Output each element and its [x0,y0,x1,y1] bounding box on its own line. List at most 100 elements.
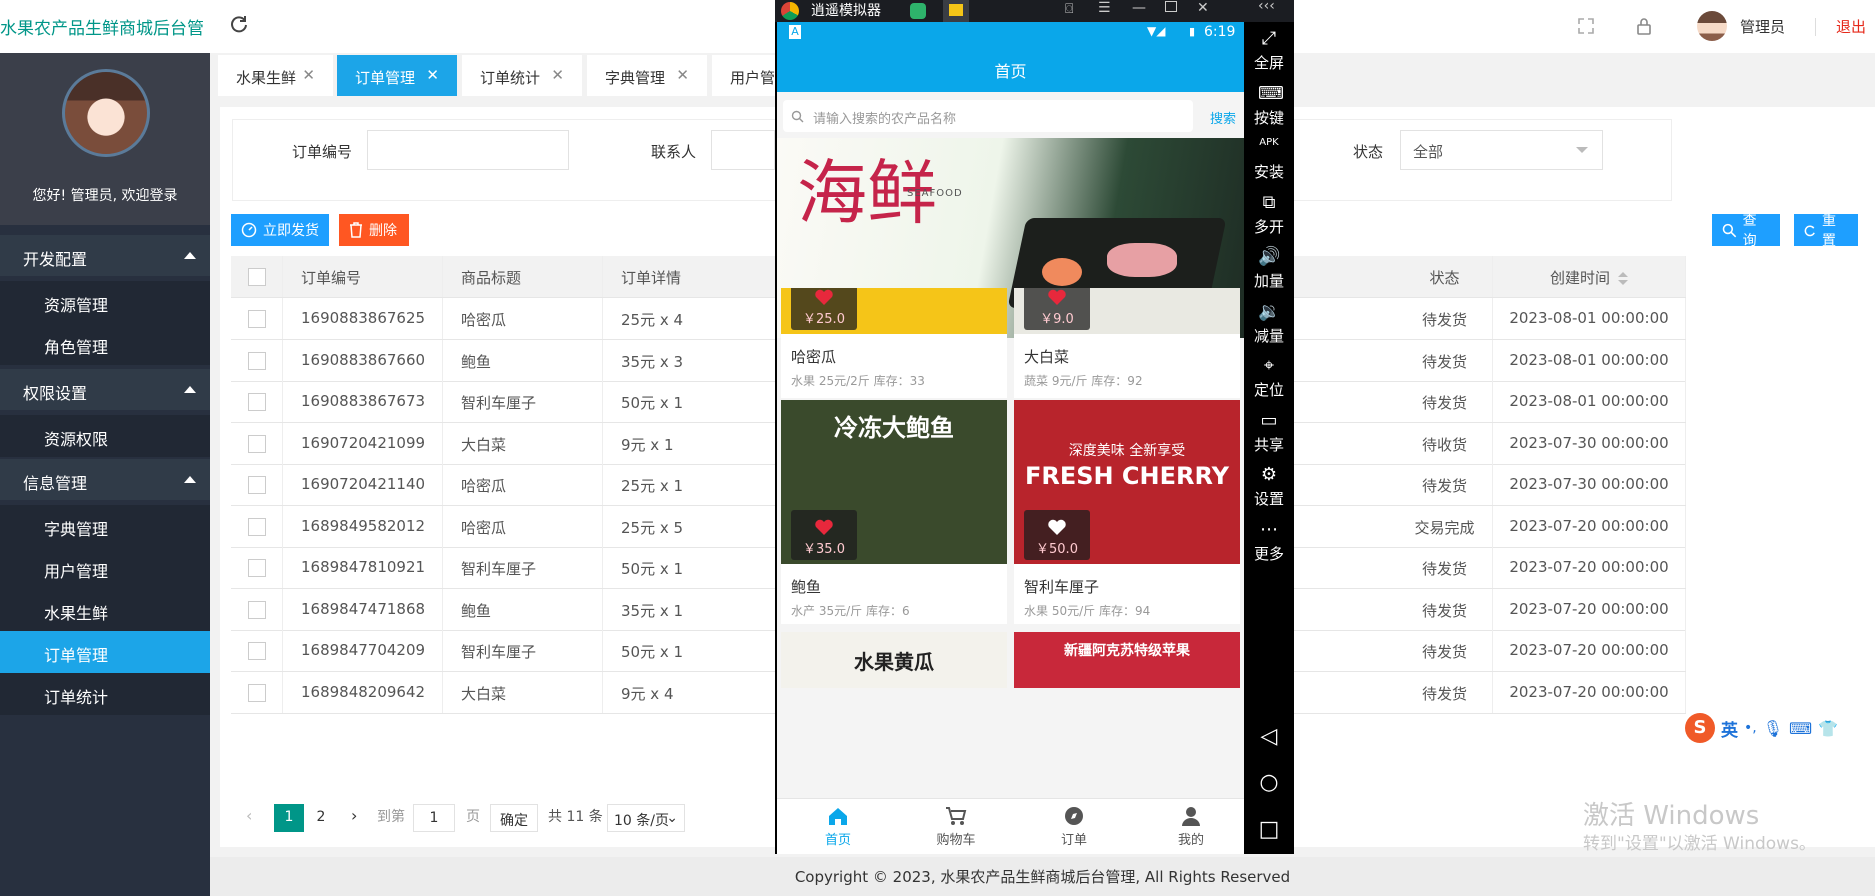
page-2-button[interactable]: 2 [306,804,336,832]
close-icon[interactable]: ✕ [426,66,439,84]
row-checkbox[interactable] [248,393,266,411]
price-badge[interactable]: ￥35.0 [791,510,857,560]
product-card[interactable]: ￥25.0 哈密瓜 水果 25元/2斤 库存：33 [781,288,1007,398]
refresh-icon[interactable] [229,14,249,34]
screenshot-icon[interactable]: ⌼ [1065,1,1073,17]
row-checkbox[interactable] [248,476,266,494]
status-select[interactable]: 全部 [1400,130,1603,170]
sidebar-item-order-stats[interactable]: 订单统计 [0,673,210,715]
sidebar-item-users[interactable]: 用户管理 [0,547,210,589]
goto-confirm-button[interactable]: 确定 [490,804,538,832]
close-icon[interactable]: ✕ [676,66,689,84]
skin-icon[interactable]: 👕 [1818,719,1838,738]
emulator-tool-button[interactable]: ⌖ 定位 [1244,355,1294,400]
emulator-tool-button[interactable]: 🔉 减量 [1244,301,1294,346]
ship-now-button[interactable]: 立即发货 [231,214,329,246]
product-search-input[interactable]: 请输入搜索的农产品名称 [783,100,1193,132]
goto-page-input[interactable]: 1 [413,804,455,832]
delete-button[interactable]: 删除 [339,214,409,246]
home-button-icon[interactable]: ○ [1244,770,1294,795]
row-checkbox[interactable] [248,351,266,370]
sidebar-item-resource-permission[interactable]: 资源权限 [0,415,210,457]
product-card[interactable]: 冷冻大鲍鱼 ￥35.0 鲍鱼 水产 35元/斤 库存：6 [781,400,1007,624]
heart-icon[interactable] [1047,518,1067,536]
tab-order-stats[interactable]: 订单统计 ✕ [462,55,582,96]
sogou-icon[interactable]: S [1685,713,1715,743]
query-button[interactable]: 查询 [1712,213,1780,249]
prev-page-icon[interactable]: ‹ [246,806,252,825]
lock-icon[interactable] [1634,16,1654,36]
emulator-tool-button[interactable]: 🔊 加量 [1244,246,1294,291]
emulator-tool-button[interactable]: ⚙ 设置 [1244,464,1294,509]
active-app-tab[interactable] [943,0,969,22]
nav-orders[interactable]: 订单 [1034,805,1114,848]
price-badge[interactable]: ￥50.0 [1024,510,1090,560]
page-size-select[interactable]: 10 条/页 ⌄ [607,804,685,832]
mic-icon[interactable]: 🎙 [1763,719,1783,738]
sidebar-group-permission[interactable]: 权限设置 [0,369,210,410]
product-card[interactable]: 水果黄瓜 [781,632,1007,688]
row-checkbox[interactable] [248,683,266,702]
tab-dictionary[interactable]: 字典管理 ✕ [587,55,707,96]
keyboard-icon[interactable]: ⌨ [1789,719,1812,738]
page-1-button[interactable]: 1 [274,804,304,832]
nav-cart[interactable]: 购物车 [916,805,996,848]
app-icon[interactable] [910,3,926,19]
close-icon[interactable]: ✕ [1197,0,1209,16]
next-page-icon[interactable]: › [351,806,357,825]
order-no-input[interactable] [367,130,569,170]
sidebar-item-dictionary[interactable]: 字典管理 [0,505,210,547]
user-name[interactable]: 管理员 [1740,16,1785,37]
back-icon[interactable]: ◁ [1244,724,1294,749]
row-checkbox[interactable] [248,517,266,536]
close-icon[interactable]: ✕ [302,66,315,84]
emulator-tool-button[interactable]: ⌨ 按键 [1244,83,1294,128]
collapse-icon[interactable]: ‹‹‹ [1258,0,1275,14]
sidebar-group-dev-config[interactable]: 开发配置 [0,235,210,276]
heart-icon[interactable] [1047,288,1067,306]
row-checkbox[interactable] [248,310,266,328]
header-created-time[interactable]: 创建时间 [1493,256,1686,297]
row-checkbox[interactable] [248,600,266,619]
logout-link[interactable]: 退出 [1836,16,1866,37]
heart-icon[interactable] [814,518,834,536]
minimize-icon[interactable]: — [1132,0,1146,16]
row-checkbox[interactable] [248,434,266,453]
emulator-tool-button[interactable]: ⤢ 全屏 [1244,28,1294,73]
heart-icon[interactable] [814,288,834,306]
sidebar-item-orders[interactable]: 订单管理 [0,631,210,673]
maximize-icon[interactable] [1165,1,1177,12]
emulator-tool-button[interactable]: APK 安装 [1244,137,1294,182]
sidebar-group-info[interactable]: 信息管理 [0,459,210,500]
reset-button[interactable]: 重置 [1794,213,1858,249]
product-card[interactable]: ￥9.0 大白菜 蔬菜 9元/斤 库存：92 [1014,288,1240,398]
price-badge[interactable]: ￥25.0 [791,288,857,330]
sidebar-item-role[interactable]: 角色管理 [0,323,210,365]
order-no-cell: 1690720421099 [283,422,443,464]
punctuation-icon[interactable]: •, [1744,720,1757,736]
nav-mine[interactable]: 我的 [1151,805,1231,848]
user-avatar[interactable] [1697,11,1727,41]
tab-orders[interactable]: 订单管理 ✕ [337,55,457,96]
sidebar-item-resource[interactable]: 资源管理 [0,281,210,323]
emulator-tool-button[interactable]: ▭ 共享 [1244,410,1294,455]
product-card[interactable]: FRESH CHERRY 深度美味 全新享受 ￥50.0 智利车厘子 水果 50元/斤 … [1014,400,1240,624]
price-badge[interactable]: ￥9.0 [1024,288,1090,330]
sidebar-item-fruit[interactable]: 水果生鲜 [0,589,210,631]
emulator-tool-button[interactable]: ⧉ 多开 [1244,192,1294,237]
tab-fruit[interactable]: 水果生鲜 ✕ [218,55,333,96]
select-all-checkbox[interactable] [248,268,266,286]
product-card[interactable]: 新疆阿克苏特级苹果 [1014,632,1240,688]
close-icon[interactable]: ✕ [551,66,564,84]
ime-lang[interactable]: 英 [1721,716,1738,741]
row-checkbox[interactable] [248,642,266,660]
row-checkbox[interactable] [248,559,266,577]
fullscreen-icon[interactable] [1576,16,1596,36]
search-button[interactable]: 搜索 [1210,108,1236,127]
sort-icon[interactable] [1618,271,1628,286]
menu-icon[interactable]: ☰ [1098,0,1111,16]
nav-home[interactable]: 首页 [798,805,878,848]
contact-input[interactable] [711,130,775,170]
emulator-tool-button[interactable]: ⋯ 更多 [1244,519,1294,564]
recents-icon[interactable]: □ [1244,817,1294,842]
